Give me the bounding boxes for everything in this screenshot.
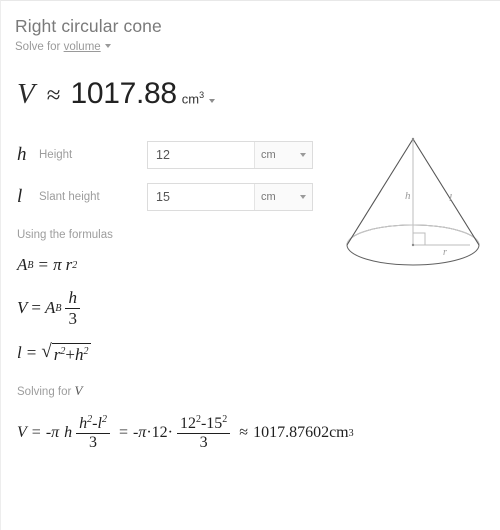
caret-down-icon[interactable] xyxy=(104,44,111,48)
cone-right-slant-line xyxy=(412,138,480,246)
result-unit-exponent: 3 xyxy=(199,89,205,100)
eq-equals-1: = xyxy=(31,424,41,442)
slant-symbol: l xyxy=(17,343,22,363)
base-area-subscript: B xyxy=(27,259,34,271)
height-input[interactable] xyxy=(148,142,254,168)
page-title: Right circular cone xyxy=(15,16,162,36)
calculator-card: Right circular cone Solve for volume V ≈… xyxy=(0,0,500,530)
cone-apex-point xyxy=(411,137,415,141)
fraction-numerator: 122-152 xyxy=(177,413,230,434)
plus-sign: + xyxy=(65,344,75,364)
fraction-numerator: h2-l2 xyxy=(76,413,110,434)
fraction-denominator: 3 xyxy=(199,434,208,452)
result-value: 1017.88 xyxy=(70,77,177,110)
solve-for-label: Solve for xyxy=(15,41,61,53)
result-unit: cm3 xyxy=(182,90,204,106)
result-display: V ≈ 1017.88 cm3 xyxy=(17,77,500,111)
equals-sign: = xyxy=(38,255,49,274)
slant-height-symbol: l xyxy=(17,186,23,207)
eq-final-unit: cm xyxy=(329,424,349,442)
square-root-expression: √ r2+h2 xyxy=(41,340,92,365)
height-input-group: cm xyxy=(147,141,313,169)
volume-symbol: V xyxy=(17,298,28,318)
cone-svg: h l r xyxy=(346,137,480,266)
fraction-numerator: h xyxy=(68,288,77,307)
height-unit-value: cm xyxy=(261,149,276,161)
cone-slant-label: l xyxy=(449,192,452,204)
solving-equation: V = -π h h2-l2 3 = -π · 12 · 122-152 3 ≈… xyxy=(17,413,500,453)
eq-equals-2: = xyxy=(118,424,128,442)
volume-fraction: h 3 xyxy=(65,289,80,328)
slant-height-input-group: cm xyxy=(147,183,313,211)
eq-h-value: 12 xyxy=(151,424,168,442)
cone-center-point xyxy=(411,243,415,247)
eq-fraction-symbolic: h2-l2 3 xyxy=(76,413,110,453)
caret-down-icon xyxy=(300,153,306,157)
cone-height-label: h xyxy=(405,190,411,202)
term-h-exponent: 2 xyxy=(83,345,89,357)
height-label: Height xyxy=(39,149,73,161)
result-relation: ≈ xyxy=(46,82,61,109)
radical-sign-icon: √ xyxy=(41,340,52,362)
eq-lhs: V xyxy=(17,424,27,442)
fraction-denominator: 3 xyxy=(89,434,98,452)
radius-symbol: r xyxy=(65,255,73,274)
solve-for-row: Solve for volume xyxy=(15,40,500,55)
caret-down-icon xyxy=(300,195,306,199)
result-unit-text: cm xyxy=(181,91,200,106)
num-15-exponent: 2 xyxy=(222,413,228,425)
pi-symbol: π xyxy=(53,255,62,274)
card-header: Right circular cone Solve for volume xyxy=(1,1,500,55)
height-symbol: h xyxy=(17,144,27,165)
eq-neg-pi: -π xyxy=(45,424,60,442)
equals-sign: = xyxy=(31,298,41,318)
num-15: 15 xyxy=(206,414,223,432)
area-symbol: A xyxy=(44,298,56,318)
slant-height-input[interactable] xyxy=(148,184,254,210)
solving-heading-text: Solving for xyxy=(17,385,72,398)
solving-heading-symbol: V xyxy=(74,382,83,398)
formula-slant-height: l = √ r2+h2 xyxy=(17,342,500,365)
eq-approx: ≈ xyxy=(239,424,249,442)
equals-sign: = xyxy=(26,343,37,363)
height-unit-select[interactable]: cm xyxy=(254,142,312,168)
result-symbol: V xyxy=(17,78,35,110)
eq-dot-2: · xyxy=(167,424,173,442)
fraction-denominator: 3 xyxy=(68,308,77,328)
slant-height-unit-value: cm xyxy=(261,191,276,203)
num-12: 12 xyxy=(179,414,196,432)
eq-neg-pi-2: -π xyxy=(132,424,147,442)
right-angle-marker xyxy=(413,232,426,245)
solving-heading: Solving for V xyxy=(17,383,500,399)
solve-for-target-link[interactable]: volume xyxy=(64,41,101,53)
area-subscript: B xyxy=(55,302,62,314)
result-unit-caret-down-icon[interactable] xyxy=(209,99,216,103)
slant-height-label: Slant height xyxy=(39,191,100,203)
formula-volume: V = AB h 3 xyxy=(17,289,500,328)
cone-left-slant-line xyxy=(346,138,414,246)
radius-exponent: 2 xyxy=(72,259,78,271)
eq-final-unit-exponent: 3 xyxy=(348,427,354,439)
eq-h: h xyxy=(64,424,73,442)
right-circular-cone-diagram: h l r xyxy=(331,129,496,279)
radicand: r2+h2 xyxy=(51,342,92,365)
eq-fraction-numeric: 122-152 3 xyxy=(176,413,231,453)
num-l-exponent: 2 xyxy=(101,413,107,425)
num-h: h xyxy=(79,414,88,432)
slant-height-unit-select[interactable]: cm xyxy=(254,184,312,210)
cone-radius-label: r xyxy=(443,247,447,258)
eq-final-value: 1017.87602 xyxy=(253,424,330,442)
base-area-symbol: A xyxy=(17,255,28,274)
